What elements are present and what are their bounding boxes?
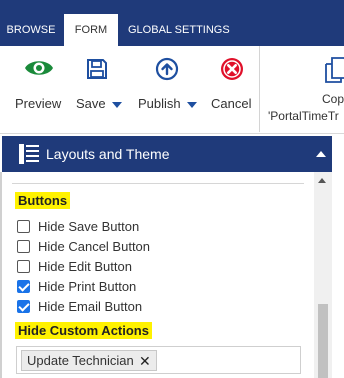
layouts-theme-panel: Layouts and Theme Buttons Hide Save Butt… (0, 136, 332, 378)
checkbox-checked[interactable] (17, 300, 30, 313)
ribbon-toolbar: Preview Save Publish Cancel Cop 'PortalT… (0, 46, 344, 134)
panel-content: Buttons Hide Save Button Hide Cancel But… (0, 172, 314, 378)
custom-actions-multiselect[interactable]: Update Technician ✕ (16, 346, 301, 374)
upload-icon (155, 57, 179, 86)
tab-form[interactable]: FORM (64, 14, 118, 46)
vertical-scrollbar[interactable] (314, 172, 332, 378)
copy-icon (324, 56, 344, 89)
copy-sublabel: 'PortalTimeTr (268, 109, 339, 123)
publish-button[interactable]: Publish (137, 46, 199, 134)
checkbox-label: Hide Cancel Button (38, 239, 151, 254)
checkbox[interactable] (17, 240, 30, 253)
preview-button[interactable]: Preview (10, 46, 68, 134)
ribbon-tab-bar: BROWSE FORM GLOBAL SETTINGS (0, 0, 344, 46)
divider (12, 183, 304, 184)
floppy-disk-icon (86, 58, 108, 85)
cancel-label: Cancel (211, 96, 252, 111)
save-label: Save (76, 96, 122, 111)
checkbox-label: Hide Print Button (38, 279, 137, 294)
list-icon (19, 144, 39, 169)
panel-header[interactable]: Layouts and Theme (2, 136, 332, 172)
copy-label: Cop (322, 92, 344, 106)
chevron-down-icon[interactable] (186, 101, 197, 108)
copy-button[interactable]: Cop 'PortalTimeTr (262, 46, 344, 134)
publish-label: Publish (138, 96, 197, 111)
remove-chip-icon[interactable]: ✕ (139, 351, 151, 371)
ribbon-separator (259, 46, 260, 132)
chip-label: Update Technician (27, 353, 134, 368)
panel-title: Layouts and Theme (46, 146, 170, 162)
preview-label: Preview (15, 96, 62, 111)
custom-action-chip: Update Technician ✕ (21, 350, 157, 371)
save-button[interactable]: Save (74, 46, 126, 134)
checkbox-label: Hide Edit Button (38, 259, 132, 274)
collapse-arrow-icon[interactable] (316, 151, 326, 157)
scroll-up-arrow-icon[interactable] (318, 178, 326, 183)
scrollbar-thumb[interactable] (318, 304, 328, 378)
checkbox[interactable] (17, 260, 30, 273)
tab-browse[interactable]: BROWSE (0, 14, 62, 46)
tab-global-settings[interactable]: GLOBAL SETTINGS (128, 14, 230, 46)
publish-text: Publish (138, 96, 181, 111)
custom-actions-section-label: Hide Custom Actions (15, 322, 152, 339)
buttons-section-label: Buttons (15, 192, 71, 209)
checkbox-checked[interactable] (17, 280, 30, 293)
checkbox-label: Hide Email Button (38, 299, 143, 314)
save-text: Save (76, 96, 106, 111)
cancel-icon (220, 57, 244, 86)
chevron-down-icon[interactable] (111, 101, 122, 108)
checkbox[interactable] (17, 220, 30, 233)
cancel-button[interactable]: Cancel (209, 46, 255, 134)
eye-icon (24, 58, 54, 83)
checkbox-label: Hide Save Button (38, 219, 140, 234)
